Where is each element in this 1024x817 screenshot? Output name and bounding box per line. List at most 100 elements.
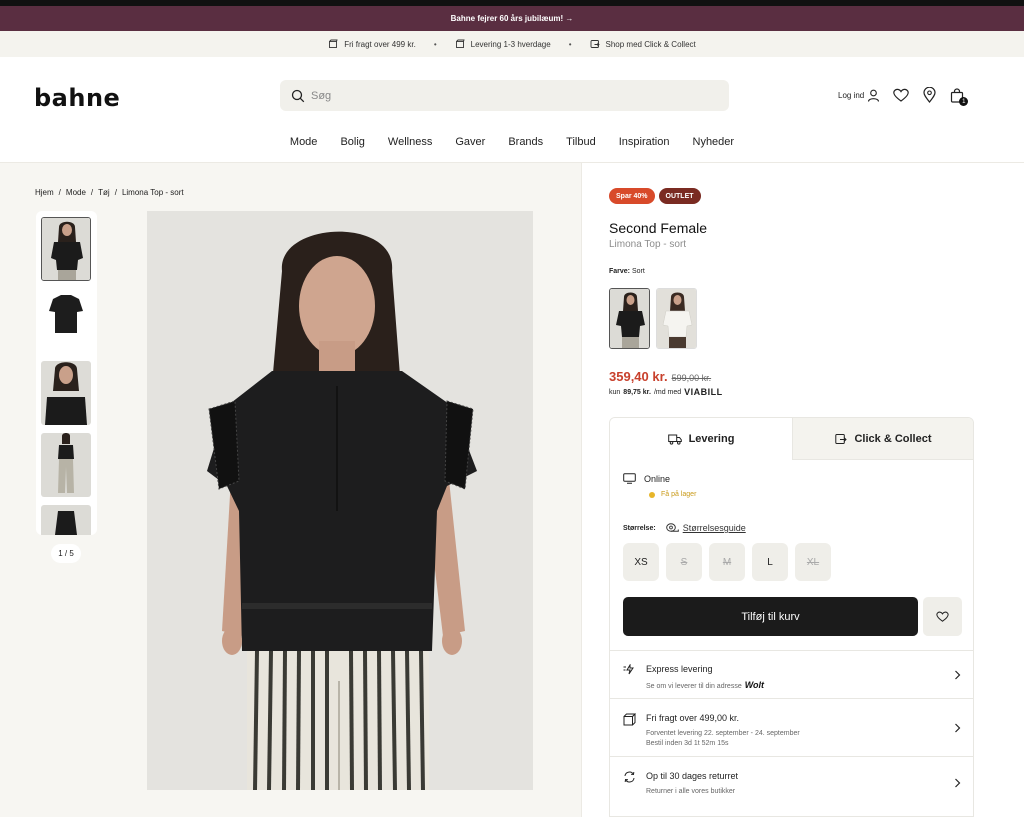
search-icon bbox=[291, 89, 305, 103]
thumbnail-2[interactable] bbox=[41, 285, 91, 349]
breadcrumb-item[interactable]: Mode bbox=[66, 188, 86, 197]
wishlist-button[interactable] bbox=[893, 87, 910, 103]
express-delivery-row[interactable]: Express levering Se om vi leverer til di… bbox=[610, 650, 973, 698]
size-option-xl: XL bbox=[795, 543, 831, 581]
nav-item-wellness[interactable]: Wellness bbox=[388, 136, 432, 148]
chevron-right-icon bbox=[954, 670, 961, 680]
breadcrumb-item[interactable]: Tøj bbox=[98, 188, 110, 197]
usp-separator: • bbox=[568, 39, 572, 49]
row-title: Fri fragt over 499,00 kr. bbox=[646, 713, 740, 723]
breadcrumb-item[interactable]: Hjem bbox=[35, 188, 54, 197]
size-selector: XS S M L XL bbox=[623, 543, 831, 581]
nav-item-brands[interactable]: Brands bbox=[508, 136, 543, 148]
stock-dot bbox=[649, 491, 655, 498]
installment-amount: 89,75 kr. bbox=[623, 388, 651, 396]
stock-label: Få på lager bbox=[661, 491, 697, 498]
sale-badge: Spar 40% bbox=[609, 188, 655, 204]
row-subtitle: Forventet levering 22. september - 24. s… bbox=[646, 730, 800, 737]
viabill-logo: VIABILL bbox=[684, 387, 723, 397]
stock-status: Få på lager bbox=[649, 491, 696, 498]
add-to-wishlist-button[interactable] bbox=[923, 597, 962, 636]
nav-item-tilbud[interactable]: Tilbud bbox=[566, 136, 596, 148]
add-to-cart-button[interactable]: Tilføj til kurv bbox=[623, 597, 918, 636]
row-title: Op til 30 dages returret bbox=[646, 771, 739, 781]
product-gallery: Hjem / Mode / Tøj / Limona Top - sort 1 / 5 bbox=[0, 163, 581, 817]
outlet-badge: OUTLET bbox=[658, 188, 701, 204]
promo-text[interactable]: Bahne fejrer 60 års jubilæum! → bbox=[451, 14, 574, 23]
nav-item-nyheder[interactable]: Nyheder bbox=[693, 136, 735, 148]
thumbnail-3[interactable] bbox=[41, 361, 91, 425]
store-locator-button[interactable] bbox=[921, 87, 937, 103]
tab-click-collect[interactable]: Click & Collect bbox=[792, 418, 973, 460]
price-block: 359,40 kr. 599,00 kr. bbox=[609, 369, 711, 384]
box-icon bbox=[328, 39, 338, 49]
row-subtitle: Se om vi leverer til din adresse Wolt bbox=[646, 680, 764, 692]
usp-free-shipping: Fri fragt over 499 kr. bbox=[328, 39, 416, 49]
delivery-tabs: Levering Click & Collect bbox=[610, 418, 973, 460]
thumbnail-4[interactable] bbox=[41, 433, 91, 497]
color-swatch-black[interactable] bbox=[609, 288, 650, 349]
package-icon bbox=[455, 39, 465, 49]
nav-item-gaver[interactable]: Gaver bbox=[455, 136, 485, 148]
size-guide-label: Størrelsesguide bbox=[682, 523, 746, 533]
thumbnail-1[interactable] bbox=[41, 217, 91, 281]
login-button[interactable]: Log ind bbox=[838, 89, 880, 102]
usp-label: Shop med Click & Collect bbox=[605, 39, 696, 49]
row-subtitle-text: Se om vi leverer til din adresse bbox=[646, 683, 742, 690]
free-shipping-row[interactable]: Fri fragt over 499,00 kr. Forventet leve… bbox=[610, 698, 973, 756]
row-title: Express levering bbox=[646, 664, 713, 674]
cart-button[interactable]: 1 bbox=[949, 87, 969, 106]
size-option-l[interactable]: L bbox=[752, 543, 788, 581]
monitor-icon bbox=[623, 473, 636, 484]
installment-info: kun 89,75 kr. /md med VIABILL bbox=[609, 387, 723, 397]
return-arrows-icon bbox=[623, 771, 636, 783]
nav-item-inspiration[interactable]: Inspiration bbox=[619, 136, 670, 148]
badge-group: Spar 40% OUTLET bbox=[609, 188, 701, 204]
breadcrumb: Hjem / Mode / Tøj / Limona Top - sort bbox=[35, 188, 184, 197]
truck-icon bbox=[667, 434, 682, 445]
heart-icon bbox=[893, 88, 910, 102]
usp-label: Fri fragt over 499 kr. bbox=[344, 39, 416, 49]
chevron-right-icon bbox=[954, 723, 961, 733]
order-deadline: Bestil inden 3d 1t 52m 15s bbox=[646, 740, 729, 747]
online-availability: Online bbox=[623, 473, 670, 484]
thumbnail-5[interactable] bbox=[41, 505, 91, 535]
main-nav: Mode Bolig Wellness Gaver Brands Tilbud … bbox=[0, 136, 1024, 148]
usp-label: Levering 1-3 hverdage bbox=[470, 39, 551, 49]
main-product-image[interactable] bbox=[147, 211, 533, 790]
size-guide-link[interactable]: Størrelsesguide bbox=[665, 523, 746, 533]
measuring-tape-icon bbox=[665, 523, 679, 533]
bahne-logo[interactable]: bahne bbox=[34, 84, 120, 112]
color-label: Farve: Sort bbox=[609, 268, 645, 275]
installment-suffix: /md med bbox=[653, 388, 682, 396]
chevron-right-icon bbox=[954, 778, 961, 788]
color-swatch-white[interactable] bbox=[656, 288, 697, 349]
store-icon bbox=[590, 39, 600, 49]
gallery-counter: 1 / 5 bbox=[51, 544, 81, 563]
user-icon bbox=[867, 89, 880, 102]
promo-banner[interactable]: Bahne fejrer 60 års jubilæum! → bbox=[0, 6, 1024, 31]
package-icon bbox=[623, 713, 636, 726]
product-name: Limona Top - sort bbox=[609, 239, 687, 250]
heart-icon bbox=[936, 611, 949, 622]
size-label: Størrelse: bbox=[623, 524, 656, 532]
fast-delivery-icon bbox=[623, 664, 636, 675]
header-actions: Log ind 1 bbox=[838, 87, 977, 106]
size-option-xs[interactable]: XS bbox=[623, 543, 659, 581]
delivery-box: Levering Click & Collect Online Få på la… bbox=[609, 417, 974, 817]
product-brand[interactable]: Second Female bbox=[609, 220, 707, 236]
search-input[interactable] bbox=[311, 89, 691, 102]
site-header: bahne Log ind 1 Mode Bolig Wellness Gave… bbox=[0, 57, 1024, 163]
nav-item-bolig[interactable]: Bolig bbox=[340, 136, 364, 148]
search-bar[interactable] bbox=[280, 80, 729, 111]
wolt-logo: Wolt bbox=[744, 680, 765, 690]
tab-click-collect-label: Click & Collect bbox=[854, 432, 932, 445]
size-option-s: S bbox=[666, 543, 702, 581]
returns-row[interactable]: Op til 30 dages returret Returner i alle… bbox=[610, 756, 973, 816]
tab-delivery[interactable]: Levering bbox=[610, 418, 792, 460]
installment-prefix: kun bbox=[609, 388, 621, 396]
click-collect-icon bbox=[835, 433, 848, 445]
color-label-key: Farve: bbox=[609, 268, 631, 275]
nav-item-mode[interactable]: Mode bbox=[290, 136, 318, 148]
thumbnail-list[interactable] bbox=[36, 211, 97, 535]
